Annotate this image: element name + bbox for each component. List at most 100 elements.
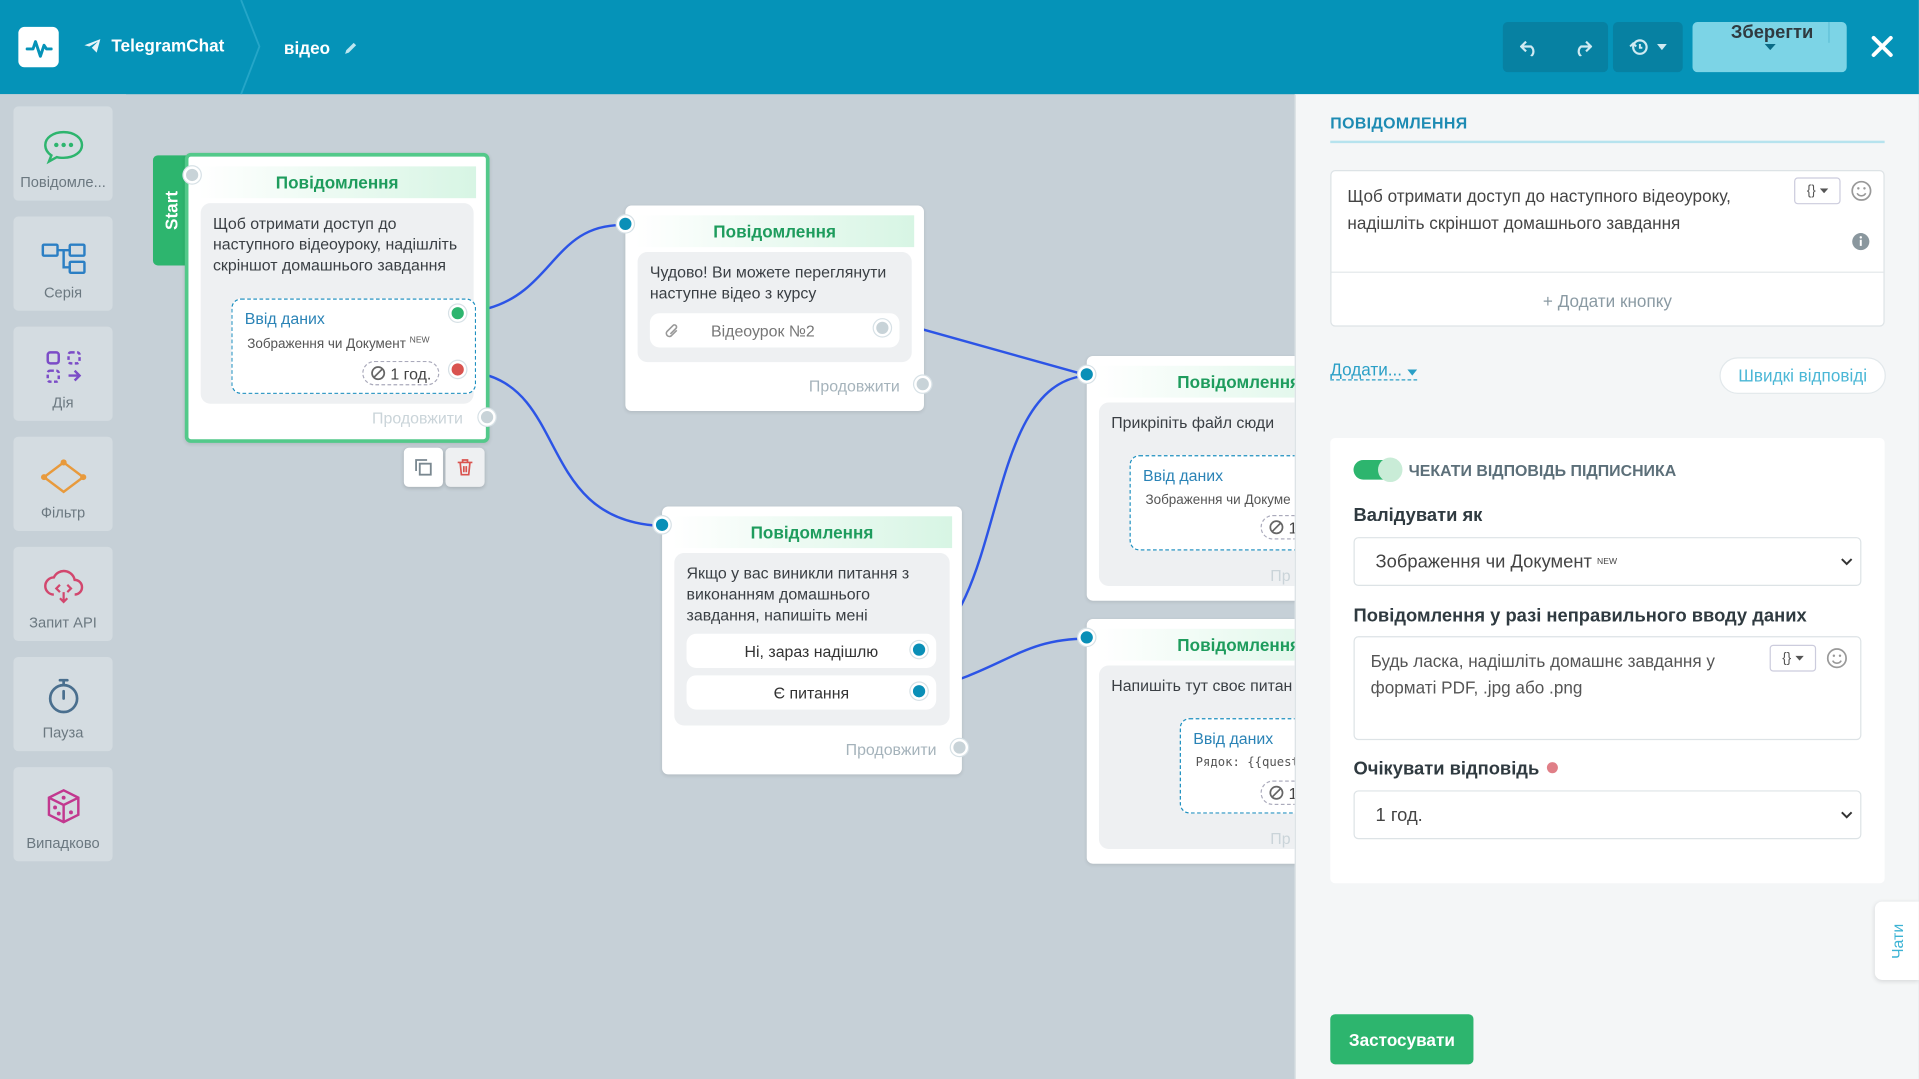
copy-node-button[interactable] [403,447,444,487]
input-port[interactable] [183,166,201,184]
error-message-editor[interactable]: Будь ласка, надішліть домашнє завдання у… [1353,636,1862,741]
palette-item-filter[interactable]: Фільтр [13,436,113,531]
continue-label: Продовжити [845,740,937,759]
bot-selector[interactable]: TelegramChat [83,35,224,55]
palette-item-action[interactable]: Дія [13,326,113,421]
data-input-title: Ввід даних [1193,729,1274,748]
palette-label: Фільтр [40,504,86,522]
history-group [1612,22,1683,73]
data-input-success-port[interactable] [449,304,467,322]
palette-item-message[interactable]: Повідомле... [13,106,113,201]
panel-title-underline [1330,140,1885,144]
caret-down-icon [1764,44,1776,51]
input-port[interactable] [653,516,671,534]
top-bar: TelegramChat відео Зберегти [0,0,1919,95]
error-message-label: Повідомлення у разі неправильного вводу … [1353,605,1807,627]
caret-down-icon [1819,188,1828,194]
message-text: Щоб отримати доступ до наступного відеоу… [212,214,458,275]
continue-label: Продовжити [372,408,463,427]
save-button[interactable]: Зберегти [1716,22,1830,43]
data-input-block[interactable]: Ввід даних Рядок: {{quest 1 [1179,718,1295,814]
delete-node-button[interactable] [445,447,485,487]
palette-item-pause[interactable]: Пауза [13,656,113,752]
flow-name[interactable]: відео [284,38,358,57]
data-input-block[interactable]: Ввід даних Зображення чи Документ NEW 1 … [231,298,477,394]
caret-down-icon [1657,44,1667,51]
message-node-5[interactable]: Повідомлення Напишіть тут своє питан Вві… [1078,619,1295,864]
insert-variable-button[interactable]: {} [1769,644,1817,672]
message-node-2[interactable]: Повідомлення Чудово! Ви можете перегляну… [616,205,932,412]
continue-label: Пр [1270,566,1291,585]
message-node-4[interactable]: Повідомлення Прикріпіть файл сюди Ввід д… [1078,356,1295,601]
info-icon[interactable] [1852,232,1870,251]
node-title: Повідомлення [1096,628,1295,661]
attachment-button[interactable]: Відеоурок №2 [649,313,900,348]
chats-tab[interactable]: Чати [1874,901,1919,980]
palette-item-series[interactable]: Серія [13,216,113,311]
apply-button[interactable]: Застосувати [1330,1014,1474,1065]
history-icon [1629,39,1648,55]
input-port[interactable] [616,215,634,233]
required-indicator [1546,762,1558,774]
node-title: Повідомлення [198,166,477,199]
data-input-title: Ввід даних [1143,466,1224,485]
dice-icon [47,788,79,824]
caret-down-icon [1794,655,1804,661]
history-button[interactable] [1613,22,1683,72]
message-textarea[interactable]: Щоб отримати доступ до наступного відеоу… [1347,182,1781,236]
choice-port[interactable] [910,682,928,700]
pencil-icon[interactable] [342,40,358,56]
message-text: Прикріпіть файл сюди [1111,413,1275,432]
connector-line [921,327,1089,377]
undo-icon [1519,40,1534,56]
stopwatch-icon [48,678,78,714]
add-button-button[interactable]: + Додати кнопку [1331,271,1884,328]
add-content-dropdown[interactable]: Додати... [1330,360,1417,381]
message-node-3[interactable]: Повідомлення Якщо у вас виникли питання … [653,506,969,775]
error-message-textarea[interactable]: Будь ласка, надішліть домашнє завдання у… [1371,647,1744,701]
timeout-badge: 1 год. [362,360,440,386]
palette-label: Повідомле... [20,173,106,191]
redo-button[interactable] [1555,22,1608,72]
insert-variable-button[interactable]: {} [1794,177,1841,205]
emoji-icon[interactable] [1826,647,1848,669]
data-input-block[interactable]: Ввід даних Зображення чи Докуме 1 [1129,455,1295,551]
undo-button[interactable] [1503,22,1556,72]
palette-label: Дія [52,393,74,412]
attachment-port[interactable] [873,319,891,337]
quick-replies-button[interactable]: Швидкі відповіді [1719,357,1886,394]
quick-reply-button[interactable]: Ні, зараз надішлю [686,633,937,668]
emoji-icon[interactable] [1850,180,1872,202]
start-label: Start [161,190,182,230]
breadcrumb-divider [240,0,261,95]
choice-port[interactable] [910,641,928,659]
wait-reply-time-label: Очікувати відповідь [1354,759,1558,779]
message-editor[interactable]: Щоб отримати доступ до наступного відеоу… [1330,170,1885,328]
validate-select[interactable]: Зображення чи Документ NEW [1353,537,1862,587]
node-palette: Повідомле... Серія Дія Фільтр Запит API … [0,94,127,1079]
quick-reply-button[interactable]: Є питання [686,675,937,710]
message-node-1[interactable]: Повідомлення Щоб отримати доступ до наст… [183,152,496,443]
app-logo[interactable] [18,26,59,68]
palette-item-api-request[interactable]: Запит API [13,546,113,642]
flow-canvas[interactable]: Start Повідомлення Щоб отримати доступ д… [126,94,1295,1079]
data-input-timeout-port[interactable] [449,360,467,379]
input-port[interactable] [1078,628,1096,646]
pulse-icon [25,39,53,58]
continue-port[interactable] [950,738,969,757]
timeout-badge: 1 [1260,515,1295,540]
connector-line [487,223,626,310]
no-entry-icon [371,366,386,381]
continue-port[interactable] [914,375,932,393]
input-port[interactable] [1078,365,1096,383]
close-button[interactable] [1865,29,1899,63]
action-icon [45,351,81,383]
wait-reply-toggle[interactable] [1353,457,1403,483]
message-text: Якщо у вас виникли питання з виконанням … [686,563,910,624]
copy-icon [415,459,432,476]
continue-port[interactable] [478,408,496,426]
wait-time-select[interactable]: 1 год. [1353,790,1862,840]
palette-item-random[interactable]: Випадково [13,767,113,862]
palette-label: Випадково [26,834,100,852]
palette-label: Серія [43,283,83,301]
